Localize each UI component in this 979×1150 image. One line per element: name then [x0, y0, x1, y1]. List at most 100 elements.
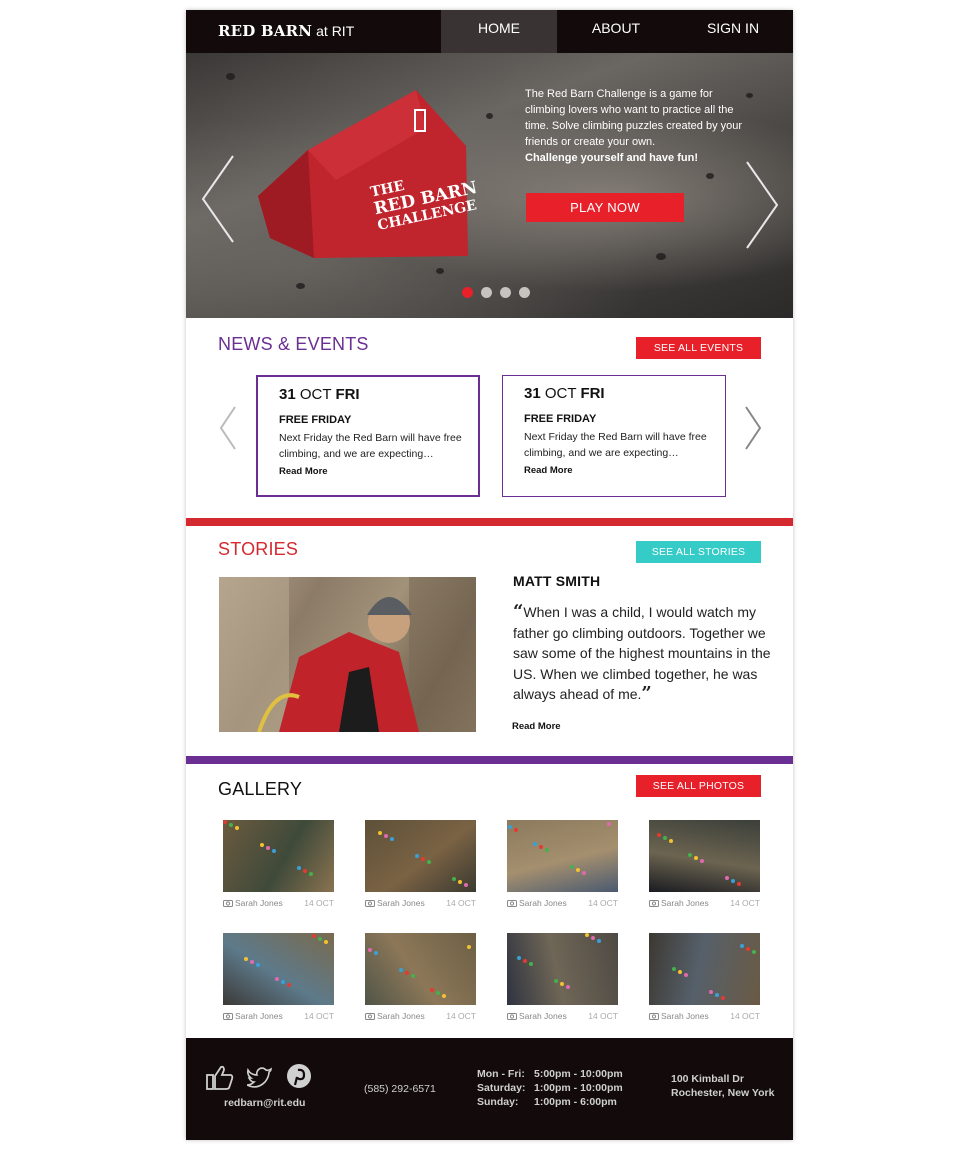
climbing-hold	[390, 837, 394, 841]
top-nav: RED BARN at RIT HOME ABOUT SIGN IN	[186, 10, 793, 53]
events-next-arrow-icon[interactable]	[743, 405, 763, 451]
climbing-hold	[309, 872, 313, 876]
climbing-hold	[688, 853, 692, 857]
carousel-dot-3[interactable]	[500, 287, 511, 298]
climbing-hold	[585, 933, 589, 937]
gallery-photo[interactable]	[507, 820, 618, 892]
climbing-hold	[318, 937, 322, 941]
camera-icon	[507, 900, 517, 907]
photo-date: 14 OCT	[588, 898, 618, 908]
camera-icon	[223, 900, 233, 907]
event-date: 31 OCT FRI	[279, 386, 360, 403]
climbing-hold	[582, 871, 586, 875]
gallery-photo[interactable]	[365, 820, 476, 892]
photo-caption: Sarah Jones 14 OCT	[507, 1011, 618, 1023]
climbing-hold	[539, 845, 543, 849]
climbing-hold	[415, 854, 419, 858]
gallery-photo[interactable]	[223, 933, 334, 1005]
gallery-photo[interactable]	[223, 820, 334, 892]
stories-divider	[186, 518, 793, 526]
climbing-hold	[266, 846, 270, 850]
event-card[interactable]: 31 OCT FRI FREE FRIDAY Next Friday the R…	[502, 375, 726, 497]
close-quote-mark: ”	[641, 683, 652, 704]
play-now-button[interactable]: PLAY NOW	[526, 193, 684, 222]
climbing-hold	[737, 882, 741, 886]
gallery-divider	[186, 756, 793, 764]
climbing-hold	[244, 957, 248, 961]
see-all-stories-button[interactable]: SEE ALL STORIES	[636, 541, 761, 563]
nav-home[interactable]: HOME	[441, 10, 557, 53]
nav-sign-in[interactable]: SIGN IN	[675, 10, 791, 53]
climbing-hold	[576, 868, 580, 872]
climbing-hold	[260, 843, 264, 847]
climbing-hold	[669, 839, 673, 843]
events-prev-arrow-icon[interactable]	[218, 405, 238, 451]
wall-hold	[296, 283, 305, 289]
photo-author: Sarah Jones	[519, 898, 567, 908]
camera-icon	[223, 1013, 233, 1020]
camera-icon	[649, 1013, 659, 1020]
climbing-hold	[700, 859, 704, 863]
climbing-hold	[566, 985, 570, 989]
stories-title: STORIES	[218, 539, 299, 559]
carousel-dot-2[interactable]	[481, 287, 492, 298]
event-card[interactable]: 31 OCT FRI FREE FRIDAY Next Friday the R…	[256, 375, 480, 497]
hero-carousel: THE RED BARN CHALLENGE The Red Barn Chal…	[186, 53, 793, 318]
see-all-photos-button[interactable]: SEE ALL PHOTOS	[636, 775, 761, 797]
page: RED BARN at RIT HOME ABOUT SIGN IN THE R	[186, 10, 793, 1140]
carousel-dot-1[interactable]	[462, 287, 473, 298]
climbing-hold	[312, 934, 316, 938]
gallery-photo[interactable]	[649, 933, 760, 1005]
climbing-hold	[694, 856, 698, 860]
climbing-hold	[709, 990, 713, 994]
climbing-hold	[368, 948, 372, 952]
footer-phone: (585) 292-6571	[364, 1083, 436, 1095]
climbing-hold	[597, 939, 601, 943]
wall-hold	[656, 253, 666, 260]
event-month: OCT	[544, 385, 577, 402]
nav-about[interactable]: ABOUT	[557, 10, 675, 53]
gallery-photo[interactable]	[365, 933, 476, 1005]
photo-author: Sarah Jones	[235, 1011, 283, 1021]
climbing-hold	[672, 967, 676, 971]
event-weekday: FRI	[580, 385, 605, 402]
footer-address: 100 Kimball Dr Rochester, New York	[671, 1073, 775, 1100]
story-author-name: MATT SMITH	[513, 573, 601, 589]
photo-author: Sarah Jones	[377, 1011, 425, 1021]
photo-caption: Sarah Jones 14 OCT	[649, 898, 760, 910]
carousel-dot-4[interactable]	[519, 287, 530, 298]
gallery-photo[interactable]	[649, 820, 760, 892]
climbing-hold	[740, 944, 744, 948]
hero-next-arrow-icon[interactable]	[744, 159, 780, 251]
climbing-hold	[223, 820, 227, 824]
photo-caption: Sarah Jones 14 OCT	[223, 1011, 334, 1023]
twitter-icon[interactable]	[247, 1065, 273, 1089]
camera-icon	[507, 1013, 517, 1020]
climbing-hold	[529, 962, 533, 966]
event-read-more-link[interactable]: Read More	[524, 465, 573, 476]
brand-name: RED BARN	[218, 22, 313, 40]
story-read-more-link[interactable]: Read More	[512, 721, 561, 732]
hero-prev-arrow-icon[interactable]	[200, 153, 236, 245]
event-read-more-link[interactable]: Read More	[279, 466, 328, 477]
gallery-photo[interactable]	[507, 933, 618, 1005]
climbing-hold	[272, 849, 276, 853]
climbing-hold	[467, 945, 471, 949]
climbing-hold	[508, 825, 512, 829]
climbing-hold	[458, 880, 462, 884]
see-all-events-button[interactable]: SEE ALL EVENTS	[636, 337, 761, 359]
photo-date: 14 OCT	[588, 1011, 618, 1021]
climbing-hold	[517, 956, 521, 960]
event-day: 31	[279, 386, 296, 403]
climbing-hold	[281, 980, 285, 984]
pinterest-icon[interactable]	[286, 1063, 312, 1089]
footer-email-link[interactable]: redbarn@rit.edu	[224, 1097, 305, 1109]
like-icon[interactable]	[205, 1065, 235, 1091]
story-photo[interactable]	[219, 577, 476, 732]
event-day: 31	[524, 385, 541, 402]
hours-days: Sunday:	[477, 1096, 519, 1108]
photo-author: Sarah Jones	[519, 1011, 567, 1021]
brand-logo[interactable]: RED BARN at RIT	[218, 22, 354, 40]
climbing-hold	[464, 883, 468, 887]
hero-description: The Red Barn Challenge is a game for cli…	[525, 86, 755, 166]
